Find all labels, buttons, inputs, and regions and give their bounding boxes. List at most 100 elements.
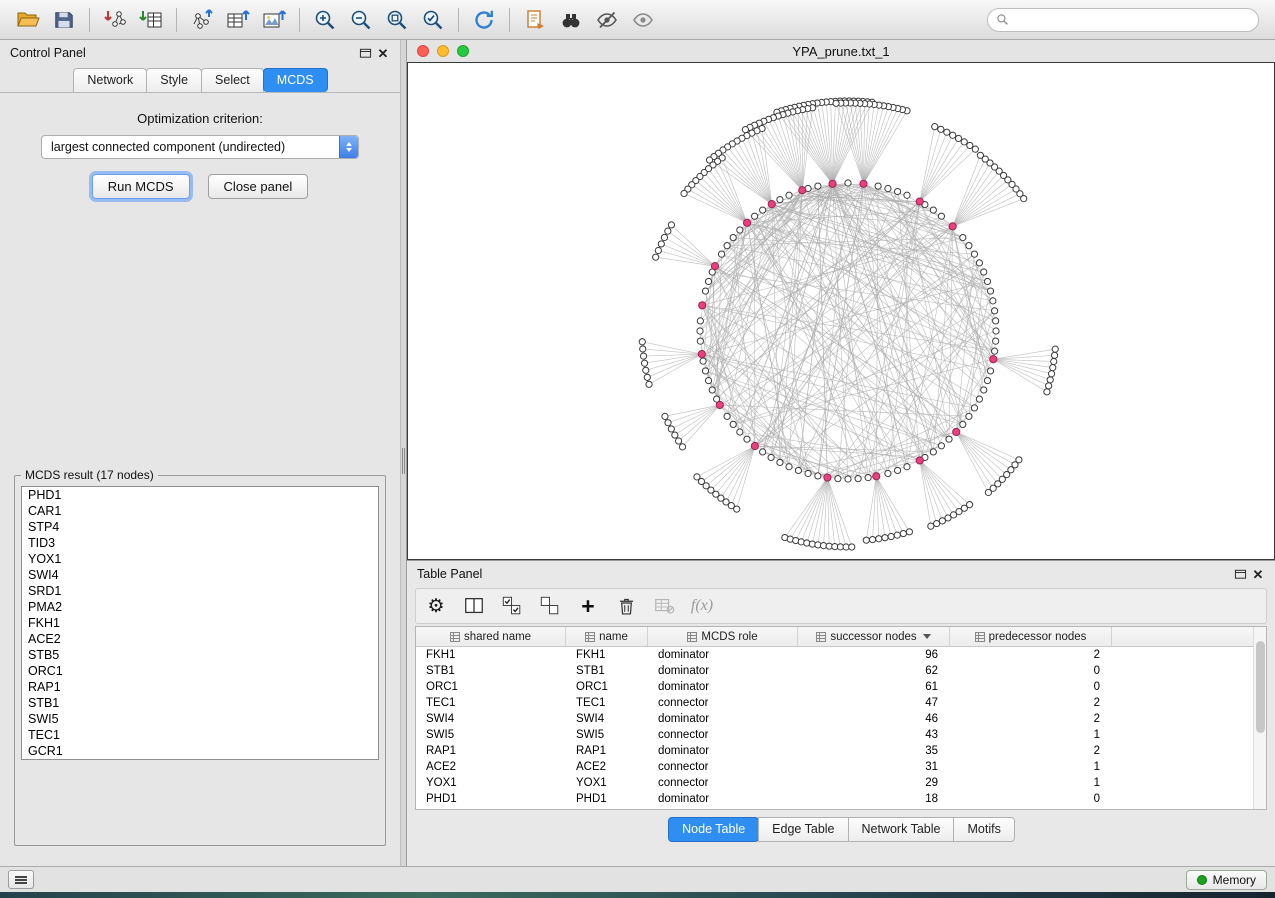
table-cell[interactable]: SWI5 bbox=[416, 729, 566, 741]
import-table-button[interactable] bbox=[133, 4, 169, 36]
table-cell[interactable]: 43 bbox=[798, 729, 950, 741]
table-cell[interactable]: SWI4 bbox=[566, 713, 648, 725]
network-canvas[interactable] bbox=[407, 62, 1275, 560]
table-cell[interactable]: TEC1 bbox=[416, 697, 566, 709]
tab-network[interactable]: Network bbox=[73, 68, 147, 92]
zoom-selected-button[interactable] bbox=[415, 4, 451, 36]
table-row[interactable]: RAP1RAP1dominator352 bbox=[416, 743, 1266, 759]
export-image-button[interactable] bbox=[256, 4, 292, 36]
import-network-button[interactable] bbox=[97, 4, 133, 36]
mcds-node-item[interactable]: ACE2 bbox=[22, 631, 378, 647]
export-network-button[interactable] bbox=[184, 4, 220, 36]
table-cell[interactable]: 62 bbox=[798, 665, 950, 677]
save-session-button[interactable] bbox=[46, 4, 82, 36]
dominator-node[interactable] bbox=[824, 474, 831, 481]
tab-network-table[interactable]: Network Table bbox=[848, 817, 955, 842]
dominator-node[interactable] bbox=[916, 198, 923, 205]
dominator-node[interactable] bbox=[716, 401, 723, 408]
column-header-mcds-role[interactable]: MCDS role bbox=[648, 627, 798, 646]
table-cell[interactable]: 29 bbox=[798, 777, 950, 789]
table-cell[interactable]: 18 bbox=[798, 793, 950, 805]
table-cell[interactable]: 0 bbox=[950, 665, 1112, 677]
table-row[interactable]: TEC1TEC1connector472 bbox=[416, 695, 1266, 711]
table-cell[interactable]: TEC1 bbox=[566, 697, 648, 709]
table-cell[interactable]: FKH1 bbox=[566, 649, 648, 661]
mcds-node-item[interactable]: YOX1 bbox=[22, 551, 378, 567]
zoom-fit-button[interactable] bbox=[379, 4, 415, 36]
table-cell[interactable]: dominator bbox=[648, 665, 798, 677]
dominator-node[interactable] bbox=[829, 180, 836, 187]
table-cell[interactable]: dominator bbox=[648, 681, 798, 693]
close-panel-action-button[interactable]: Close panel bbox=[208, 174, 309, 199]
tab-mcds[interactable]: MCDS bbox=[263, 68, 328, 92]
table-cell[interactable]: connector bbox=[648, 761, 798, 773]
table-cell[interactable]: dominator bbox=[648, 713, 798, 725]
mcds-node-item[interactable]: STB5 bbox=[22, 647, 378, 663]
table-row[interactable]: ACE2ACE2connector311 bbox=[416, 759, 1266, 775]
search-input[interactable] bbox=[1014, 13, 1250, 27]
table-cell[interactable]: 2 bbox=[950, 697, 1112, 709]
table-cell[interactable]: SWI5 bbox=[566, 729, 648, 741]
table-cell[interactable]: ORC1 bbox=[566, 681, 648, 693]
mcds-node-item[interactable]: GCR1 bbox=[22, 743, 378, 759]
close-panel-button[interactable]: ✕ bbox=[374, 45, 392, 61]
refresh-button[interactable] bbox=[466, 4, 502, 36]
table-cell[interactable]: 1 bbox=[950, 729, 1112, 741]
mcds-node-item[interactable]: ORC1 bbox=[22, 663, 378, 679]
show-details-button[interactable] bbox=[625, 4, 661, 36]
table-cell[interactable]: 31 bbox=[798, 761, 950, 773]
table-cell[interactable]: YOX1 bbox=[416, 777, 566, 789]
mcds-node-item[interactable]: CAR1 bbox=[22, 503, 378, 519]
dominator-node[interactable] bbox=[711, 263, 718, 270]
table-cell[interactable]: PHD1 bbox=[566, 793, 648, 805]
table-row[interactable]: YOX1YOX1connector291 bbox=[416, 775, 1266, 791]
table-cell[interactable]: 2 bbox=[950, 713, 1112, 725]
dominator-node[interactable] bbox=[699, 302, 706, 309]
column-header-predecessor-nodes[interactable]: predecessor nodes bbox=[950, 627, 1112, 646]
float-panel-button[interactable] bbox=[356, 45, 374, 61]
table-row[interactable]: FKH1FKH1dominator962 bbox=[416, 647, 1266, 663]
select-all-button[interactable] bbox=[500, 593, 524, 619]
column-header-shared-name[interactable]: shared name bbox=[416, 627, 566, 646]
mcds-node-item[interactable]: SRD1 bbox=[22, 583, 378, 599]
mcds-node-item[interactable]: PHD1 bbox=[22, 487, 378, 503]
table-cell[interactable]: 2 bbox=[950, 649, 1112, 661]
dominator-node[interactable] bbox=[768, 201, 775, 208]
table-cell[interactable]: RAP1 bbox=[416, 745, 566, 757]
dominator-node[interactable] bbox=[698, 351, 705, 358]
table-cell[interactable]: PHD1 bbox=[416, 793, 566, 805]
tab-select[interactable]: Select bbox=[201, 68, 264, 92]
table-cell[interactable]: ACE2 bbox=[416, 761, 566, 773]
dominator-node[interactable] bbox=[990, 356, 997, 363]
dominator-node[interactable] bbox=[799, 187, 806, 194]
table-row[interactable]: SWI5SWI5connector431 bbox=[416, 727, 1266, 743]
table-cell[interactable]: ACE2 bbox=[566, 761, 648, 773]
mcds-node-item[interactable]: PMA2 bbox=[22, 599, 378, 615]
table-cell[interactable]: 46 bbox=[798, 713, 950, 725]
hide-details-button[interactable] bbox=[589, 4, 625, 36]
table-cell[interactable]: FKH1 bbox=[416, 649, 566, 661]
table-cell[interactable]: connector bbox=[648, 729, 798, 741]
dominator-node[interactable] bbox=[916, 457, 923, 464]
column-header-successor-nodes[interactable]: successor nodes bbox=[798, 627, 950, 646]
dominator-node[interactable] bbox=[743, 219, 750, 226]
scrollbar-thumb[interactable] bbox=[1256, 641, 1265, 733]
table-cell[interactable]: connector bbox=[648, 777, 798, 789]
table-row[interactable]: PHD1PHD1dominator180 bbox=[416, 791, 1266, 807]
table-cell[interactable]: 1 bbox=[950, 777, 1112, 789]
run-mcds-button[interactable]: Run MCDS bbox=[92, 174, 190, 199]
table-cell[interactable]: 47 bbox=[798, 697, 950, 709]
mcds-node-item[interactable]: FKH1 bbox=[22, 615, 378, 631]
table-cell[interactable]: 0 bbox=[950, 793, 1112, 805]
tab-node-table[interactable]: Node Table bbox=[668, 817, 759, 842]
table-row[interactable]: ORC1ORC1dominator610 bbox=[416, 679, 1266, 695]
memory-button[interactable]: Memory bbox=[1186, 870, 1267, 890]
tab-edge-table[interactable]: Edge Table bbox=[758, 817, 848, 842]
vertical-splitter[interactable] bbox=[400, 40, 407, 866]
table-cell[interactable]: 1 bbox=[950, 761, 1112, 773]
table-cell[interactable]: dominator bbox=[648, 793, 798, 805]
table-cell[interactable]: 2 bbox=[950, 745, 1112, 757]
close-table-panel-button[interactable]: ✕ bbox=[1249, 566, 1267, 582]
column-header-name[interactable]: name bbox=[566, 627, 648, 646]
mcds-node-item[interactable]: RAP1 bbox=[22, 679, 378, 695]
